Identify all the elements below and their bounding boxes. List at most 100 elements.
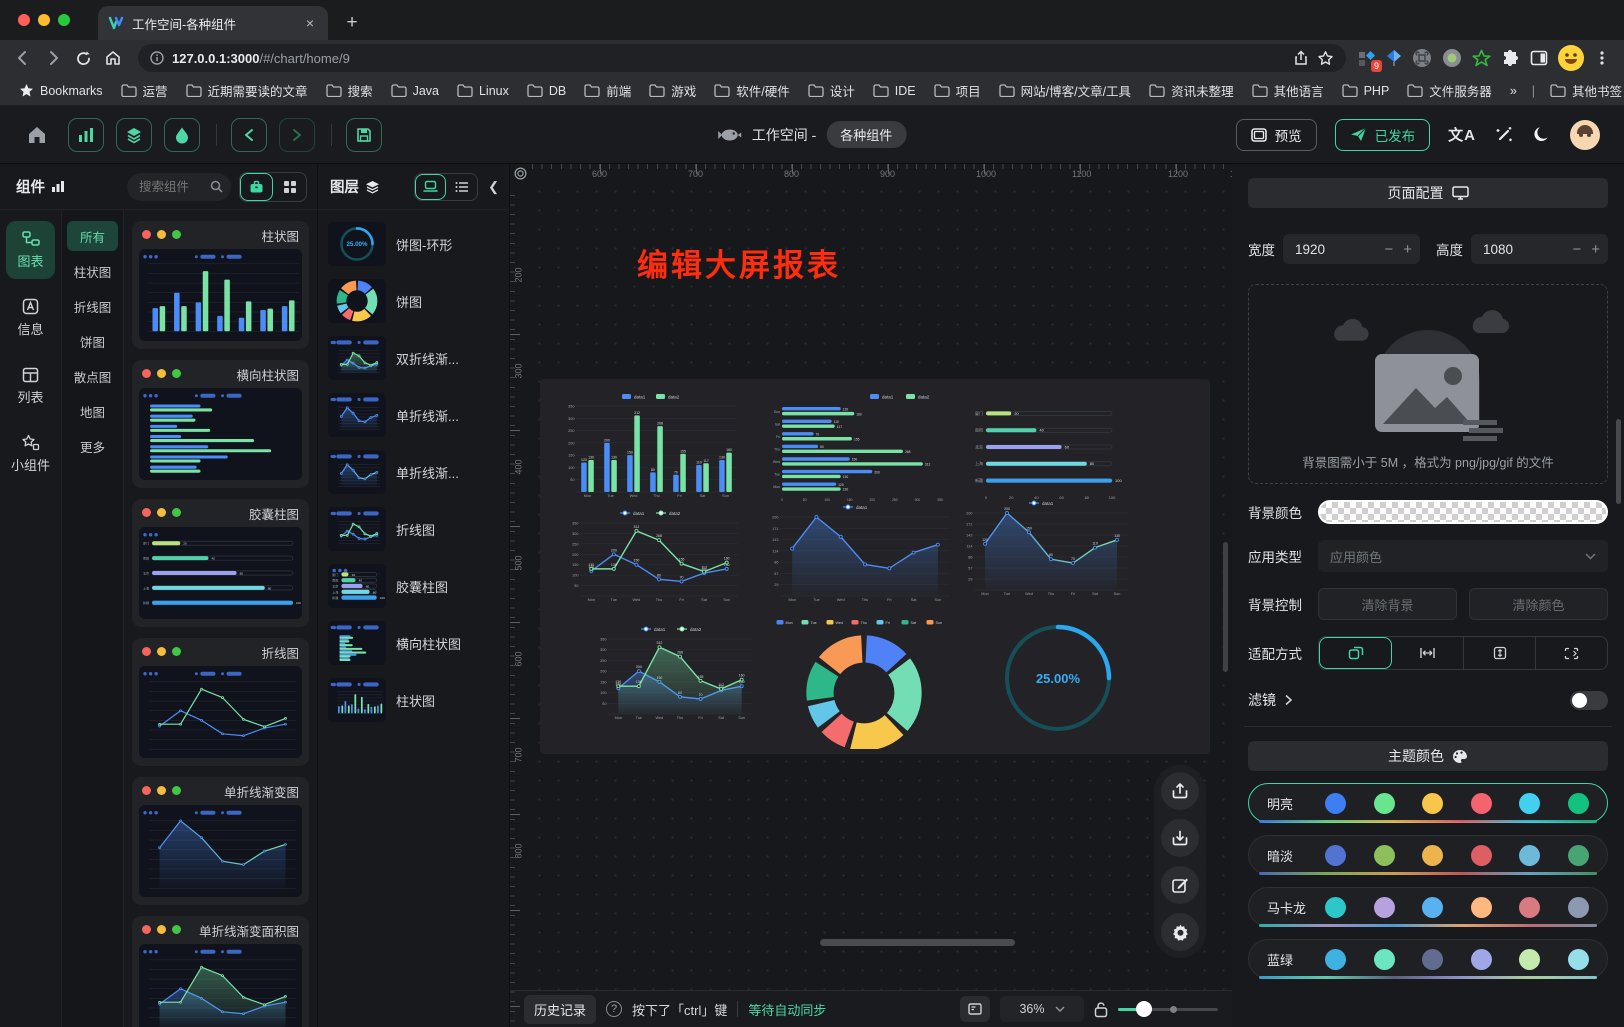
category-pie[interactable]: 饼图 [67, 326, 118, 356]
layer-thumbnail-view-button[interactable] [415, 174, 446, 200]
layer-item[interactable]: 横向柱状图 [328, 621, 499, 665]
height-input[interactable] [1483, 242, 1529, 257]
console-panel-button[interactable] [960, 996, 990, 1022]
page-config-header[interactable]: 页面配置 [1248, 178, 1608, 208]
category-more[interactable]: 更多 [67, 431, 118, 461]
bookmark-folder[interactable]: Java [384, 81, 446, 101]
extension-star-icon[interactable] [1472, 49, 1491, 68]
fit-width-button[interactable] [1392, 637, 1464, 669]
layer-item[interactable]: 20厦门40南阳60北京80上海100新疆胶囊柱图 [328, 564, 499, 608]
bookmark-folder[interactable]: 运营 [114, 78, 175, 103]
canvas-chart-pie-donut[interactable]: MonTueWedThuFriSatSun [772, 617, 956, 749]
history-button[interactable]: 历史记录 [524, 995, 596, 1024]
bookmark-folder[interactable]: PHP [1335, 81, 1397, 101]
preview-button[interactable]: 预览 [1236, 119, 1317, 151]
extension-kite-icon[interactable] [1386, 49, 1402, 67]
fit-stretch-button[interactable] [1536, 637, 1607, 669]
layer-item[interactable]: 25.00%饼图-环形 [328, 222, 499, 266]
chart-panel-toggle-button[interactable] [68, 118, 104, 152]
layer-item[interactable]: 饼图 [328, 279, 499, 323]
profile-emoji-avatar[interactable] [1558, 45, 1584, 71]
theme-color-header[interactable]: 主题颜色 [1248, 741, 1608, 771]
bookmark-folder[interactable]: Linux [450, 81, 516, 101]
zoom-slider[interactable] [1118, 1008, 1218, 1011]
category-map[interactable]: 地图 [67, 396, 118, 426]
magic-wand-icon[interactable] [1494, 125, 1514, 145]
app-home-button[interactable] [24, 122, 50, 148]
zoom-slider-knob[interactable] [1136, 1001, 1152, 1017]
browser-tab[interactable]: 工作空间-各种组件 × [98, 6, 328, 40]
site-info-icon[interactable] [150, 51, 164, 65]
undo-button[interactable] [231, 118, 267, 152]
width-minus-button[interactable]: − [1384, 241, 1393, 258]
theme-row-macaron[interactable]: 马卡龙 [1248, 887, 1608, 927]
share-icon[interactable] [1293, 50, 1309, 66]
bookmark-folder[interactable]: 文件服务器 [1400, 78, 1499, 103]
bookmark-folder[interactable]: 软件/硬件 [707, 78, 796, 103]
extension-dot-icon[interactable] [1442, 48, 1462, 68]
component-card-capsule[interactable]: 胶囊柱图 20厦门40南阳60北京80上海100新疆 [132, 499, 309, 627]
component-card-bar[interactable]: 柱状图 [132, 221, 309, 349]
extension-devtools-icon[interactable]: 9 [1358, 49, 1376, 67]
canvas-chart-capsule[interactable]: 20厦门40南阳60北京80上海100新疆020406080100 [960, 395, 1132, 501]
download-button[interactable] [1161, 819, 1199, 857]
bookmark-folder[interactable]: 设计 [801, 78, 862, 103]
layer-item[interactable]: 双折线渐... [328, 336, 499, 380]
bookmark-folder[interactable]: 近期需要读的文章 [179, 78, 315, 103]
ruler-origin-eye-icon[interactable] [510, 164, 530, 182]
other-bookmarks-folder[interactable]: 其他书签 [1543, 78, 1624, 103]
settings-gear-icon[interactable] [1161, 913, 1199, 951]
fit-scale-button[interactable] [1319, 637, 1392, 669]
extensions-puzzle-icon[interactable] [1501, 49, 1520, 68]
new-tab-button[interactable]: + [338, 9, 366, 37]
collapse-panel-chevron-icon[interactable]: ❮ [484, 179, 503, 195]
category-line[interactable]: 折线图 [67, 291, 118, 321]
dashboard-preview[interactable]: data1data250100150200250300350120130Mon2… [540, 379, 1210, 754]
width-plus-button[interactable]: + [1403, 241, 1412, 258]
canvas-chart-gradient-line[interactable]: 2957861141431712001202001508070110130dat… [958, 497, 1134, 601]
tab-list[interactable]: 列表 [6, 357, 55, 415]
component-card-gradient-line[interactable]: 单折线渐变图 [132, 777, 309, 905]
component-search[interactable] [127, 173, 231, 201]
dashboard-title-text[interactable]: 编辑大屏报表 [637, 240, 841, 285]
fit-height-button[interactable] [1464, 637, 1536, 669]
layer-item[interactable]: 柱状图 [328, 678, 499, 722]
bookmark-folder[interactable]: 资讯未整理 [1142, 78, 1241, 103]
tab-info[interactable]: 信息 [6, 289, 55, 347]
canvas-chart-dual-area[interactable]: 5010015020025030035012020015080701101301… [592, 623, 758, 725]
bookmark-folder[interactable]: IDE [866, 81, 923, 101]
layer-item[interactable]: 单折线渐... [328, 393, 499, 437]
filter-toggle[interactable] [1570, 691, 1608, 710]
redo-button[interactable] [279, 118, 315, 152]
horizontal-scrollbar[interactable] [820, 939, 1015, 946]
detail-panel-toggle-button[interactable] [164, 118, 200, 152]
theme-row-dim[interactable]: 暗淡 [1248, 835, 1608, 875]
layer-item[interactable]: 单折线渐... [328, 450, 499, 494]
bookmark-folder[interactable]: 网站/博客/文章/工具 [992, 78, 1138, 103]
canvas-chart-line-dual[interactable]: 5010015020025030035012020015080701101301… [564, 507, 744, 607]
width-input[interactable] [1295, 242, 1341, 257]
category-all[interactable]: 所有 [67, 221, 118, 251]
user-avatar[interactable] [1570, 120, 1600, 150]
canvas-chart-ring-progress[interactable]: 25.00% [992, 617, 1124, 739]
clear-color-button[interactable]: 清除颜色 [1469, 588, 1608, 620]
lock-icon[interactable] [1094, 1001, 1108, 1018]
canvas-chart-line-single[interactable]: 295786114143171200data1MonTueWedThuFriSa… [764, 501, 956, 607]
clear-background-button[interactable]: 清除背景 [1318, 588, 1457, 620]
minimize-window-button[interactable] [38, 14, 50, 26]
project-name-pill[interactable]: 各种组件 [826, 121, 906, 148]
forward-button[interactable] [40, 45, 66, 71]
sidebar-panel-icon[interactable] [1530, 49, 1548, 67]
edit-button[interactable] [1161, 866, 1199, 904]
app-type-select[interactable]: 应用颜色 [1318, 540, 1608, 572]
component-card-gradient-area[interactable]: 单折线渐变面积图 [132, 916, 309, 1027]
upload-button[interactable] [1161, 772, 1199, 810]
grid-view-button[interactable] [273, 173, 306, 201]
browser-menu-icon[interactable] [1594, 50, 1610, 66]
help-icon[interactable]: ? [606, 1001, 622, 1017]
bookmark-folder[interactable]: 项目 [927, 78, 988, 103]
zoom-select[interactable]: 36% [1000, 996, 1084, 1022]
height-stepper[interactable]: −+ [1471, 234, 1608, 264]
bookmark-folder[interactable]: DB [520, 81, 573, 101]
bookmark-folder[interactable]: 搜索 [319, 78, 380, 103]
